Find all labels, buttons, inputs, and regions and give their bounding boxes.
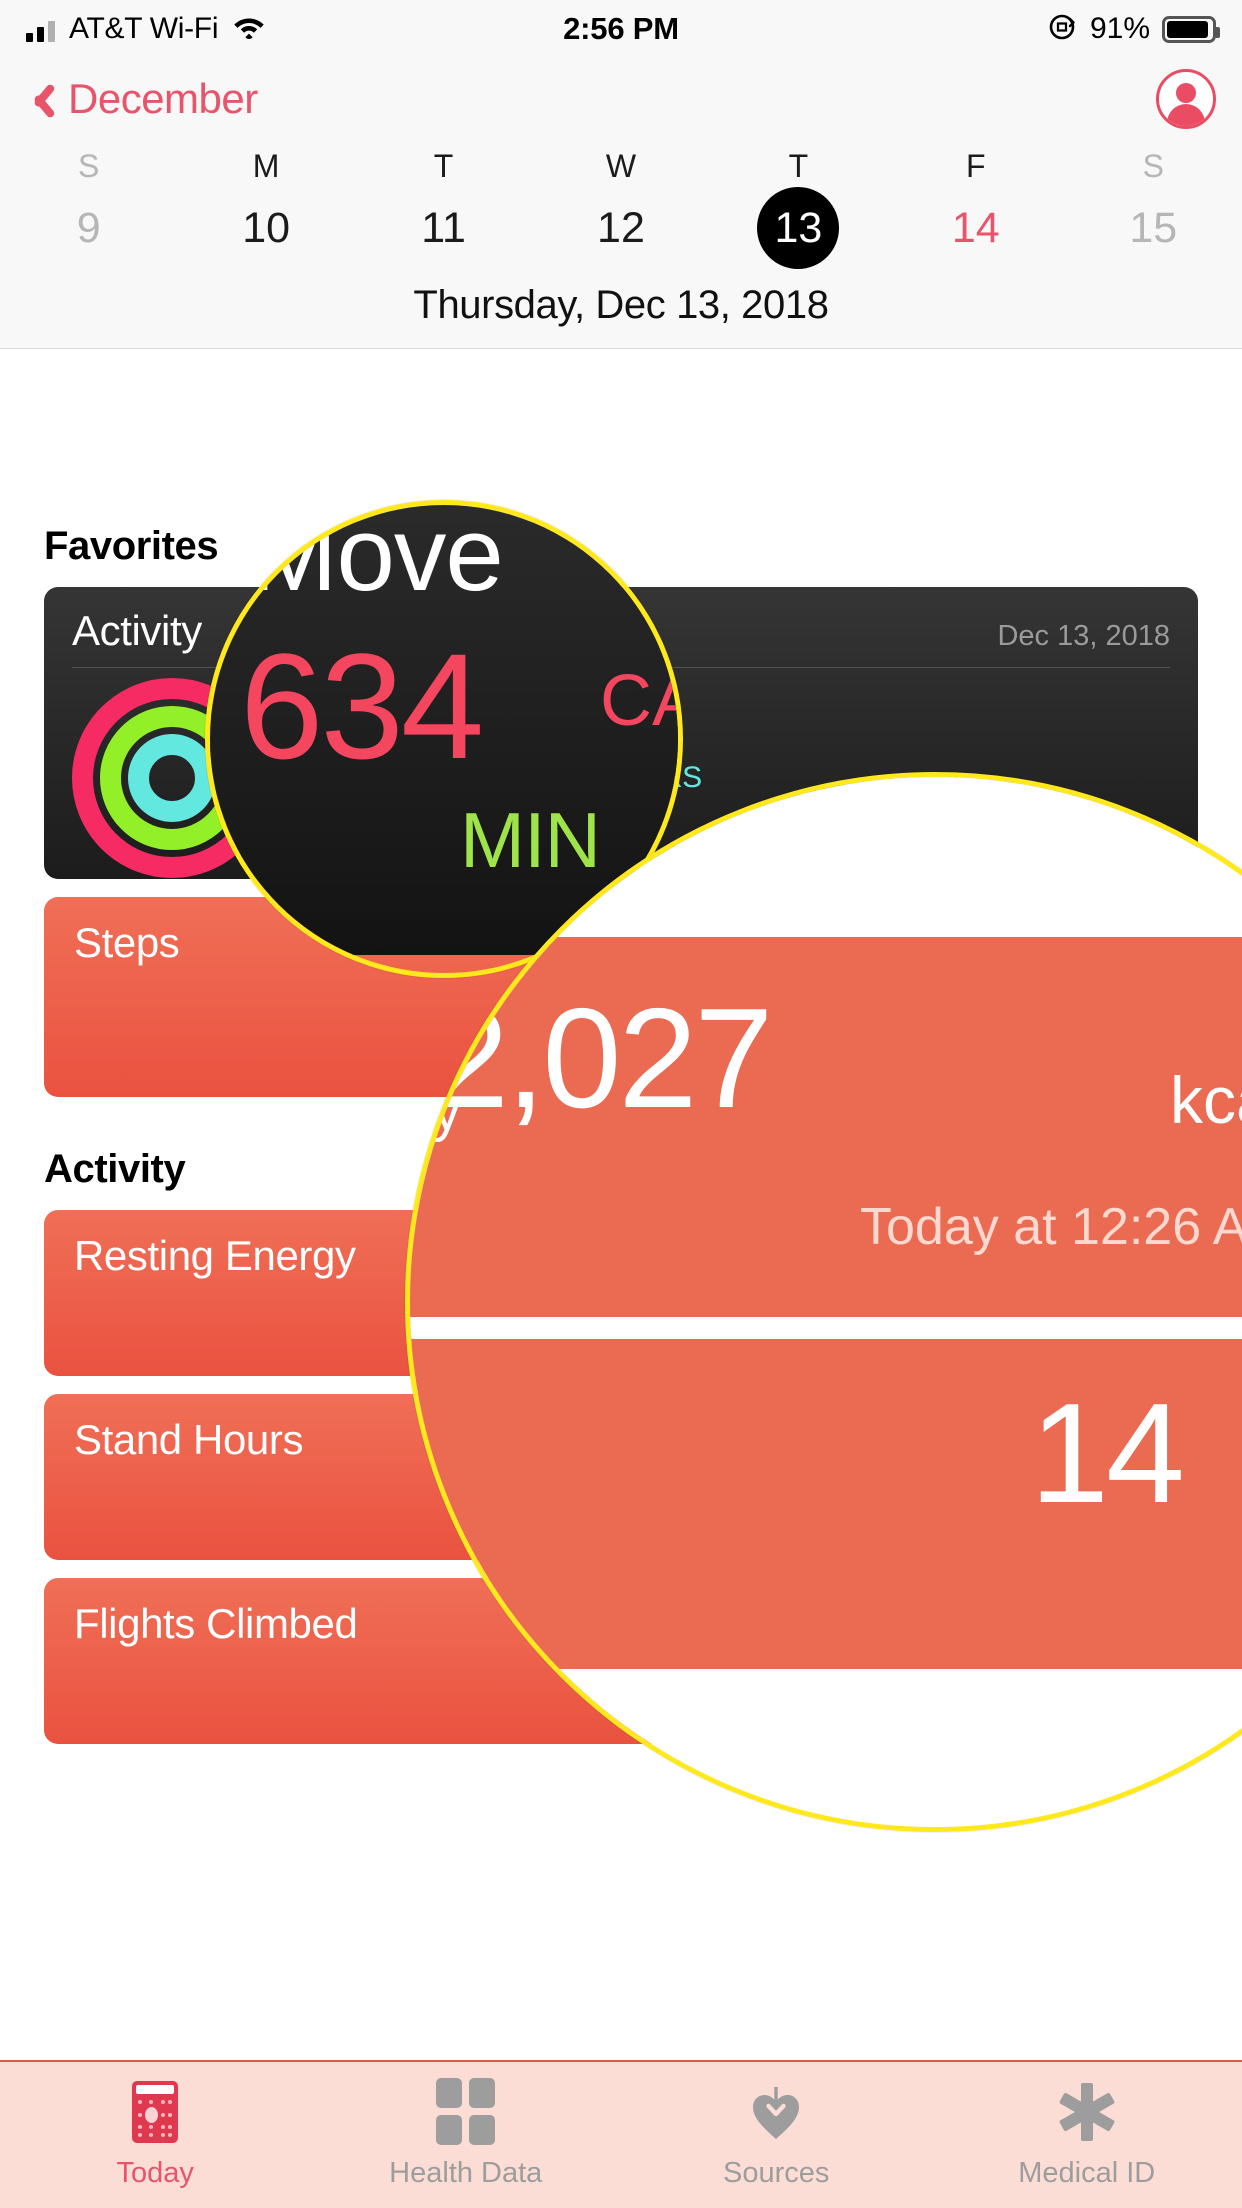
heart-download-icon <box>745 2081 807 2143</box>
tab-label: Today <box>117 2157 194 2190</box>
date-cell-13-selected[interactable]: 13 <box>710 185 887 271</box>
tab-health-data[interactable]: Health Data <box>311 2062 622 2208</box>
magnified-move-value: 634 <box>240 620 481 793</box>
tab-label: Medical ID <box>1018 2157 1155 2190</box>
cellular-signal-icon <box>26 16 59 42</box>
card-label: Resting Energy <box>74 1232 356 1280</box>
today-calendar-icon <box>132 2081 178 2143</box>
date-number: 15 <box>1112 187 1194 269</box>
rotation-lock-icon <box>1046 11 1078 48</box>
status-bar-right: 91% <box>1046 11 1216 48</box>
status-bar: AT&T Wi-Fi 2:56 PM 91% <box>0 0 1242 58</box>
activity-card-title: Activity <box>72 607 202 655</box>
magnified-resting-energy-time: Today at 12:26 AM <box>860 1197 1242 1257</box>
weekday-letter: T <box>434 148 454 184</box>
tab-label: Health Data <box>389 2157 542 2190</box>
magnified-stand-hours-value: 14 <box>1030 1372 1182 1536</box>
date-cell-10[interactable]: 10 <box>177 185 354 271</box>
magnified-resting-energy-value: 2,027 <box>430 977 770 1141</box>
date-number-selected: 13 <box>757 187 839 269</box>
profile-avatar-icon[interactable] <box>1156 69 1216 129</box>
weekday-letter: F <box>966 148 986 184</box>
card-label: Stand Hours <box>74 1416 303 1464</box>
chevron-left-icon <box>26 77 54 121</box>
date-number: 9 <box>48 187 130 269</box>
back-button-label: December <box>68 75 258 123</box>
tab-label: Sources <box>723 2157 829 2190</box>
weekday-letter: S <box>1143 148 1164 184</box>
date-cell-12[interactable]: 12 <box>532 185 709 271</box>
date-cell-15[interactable]: 15 <box>1065 185 1242 271</box>
magnified-move-label: Move <box>250 500 503 615</box>
grid-icon <box>436 2081 495 2143</box>
magnified-move-unit: CAL <box>600 660 683 742</box>
back-button[interactable]: December <box>26 75 258 123</box>
weekday-letter: M <box>253 148 280 184</box>
tab-sources[interactable]: Sources <box>621 2062 932 2208</box>
date-number: 12 <box>580 187 662 269</box>
card-label: Flights Climbed <box>74 1600 357 1648</box>
date-cell-14[interactable]: 14 <box>887 185 1064 271</box>
tab-bar: Today Health Data Sources <box>0 2060 1242 2208</box>
magnifier-resting-energy-callout: gy 2,027 kcal Today at 12:26 AM 14 <box>405 772 1242 1832</box>
battery-icon <box>1162 16 1216 43</box>
battery-percent-label: 91% <box>1090 12 1150 46</box>
weekday-letter: W <box>606 148 636 184</box>
carrier-label: AT&T Wi-Fi <box>69 12 218 46</box>
navigation-bar: December <box>0 58 1242 140</box>
medical-asterisk-icon <box>1058 2081 1116 2143</box>
card-label: Steps <box>74 919 179 967</box>
tab-today[interactable]: Today <box>0 2062 311 2208</box>
tab-medical-id[interactable]: Medical ID <box>932 2062 1242 2208</box>
activity-card-date: Dec 13, 2018 <box>997 620 1170 653</box>
date-numbers-row: 9 10 11 12 13 14 15 <box>0 185 1242 271</box>
stand-ring <box>128 734 216 822</box>
date-cell-9[interactable]: 9 <box>0 185 177 271</box>
selected-full-date: Thursday, Dec 13, 2018 <box>0 283 1242 328</box>
weekday-letters-row: S M T W T F S <box>0 148 1242 185</box>
date-number: 10 <box>225 187 307 269</box>
weekday-letter: S <box>78 148 99 184</box>
date-strip: S M T W T F S 9 10 11 12 13 14 15 Thursd… <box>0 140 1242 349</box>
status-bar-left: AT&T Wi-Fi <box>26 12 266 46</box>
date-number: 14 <box>935 187 1017 269</box>
date-number: 11 <box>403 187 485 269</box>
weekday-letter: T <box>789 148 809 184</box>
date-cell-11[interactable]: 11 <box>355 185 532 271</box>
wifi-icon <box>232 14 266 45</box>
magnified-resting-energy-unit: kcal <box>1170 1062 1242 1138</box>
